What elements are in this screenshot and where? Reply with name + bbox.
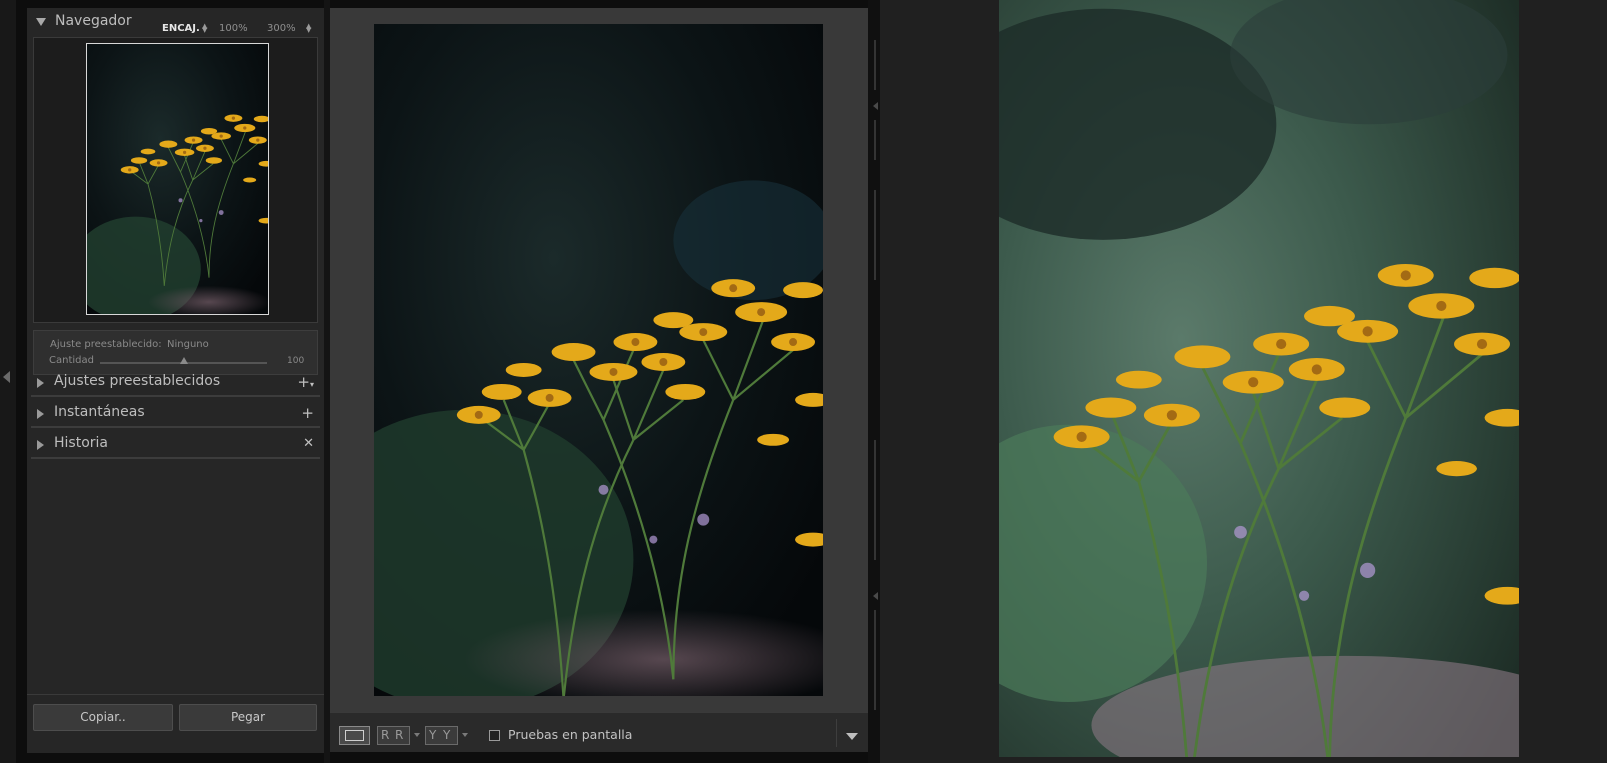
loupe-view	[330, 8, 868, 712]
collapse-triangle-icon[interactable]	[36, 18, 46, 26]
before-after-dropdown-icon[interactable]	[414, 733, 420, 737]
toolbar-separator	[836, 719, 837, 747]
left-panel: Navegador ENCAJ. ▲ ▼ 100% 300% ▲ ▼ Ajuste …	[27, 8, 324, 753]
soft-proofing-checkbox[interactable]	[489, 730, 500, 741]
expand-triangle-icon	[37, 378, 44, 388]
expand-triangle-icon	[37, 409, 44, 419]
navigator-header[interactable]: Navegador ENCAJ. ▲ ▼ 100% 300% ▲ ▼	[27, 8, 324, 37]
close-icon[interactable]: ✕	[303, 436, 314, 451]
navigator-thumbnail[interactable]	[86, 43, 269, 315]
before-after-button[interactable]: R R	[377, 726, 410, 745]
navigator-preview[interactable]	[33, 37, 318, 323]
zoom-fit-option[interactable]: ENCAJ.	[162, 23, 200, 34]
toolbar-menu-chevron-icon[interactable]	[846, 733, 858, 740]
main-photo[interactable]	[374, 24, 823, 696]
second-display-view	[880, 0, 1607, 763]
swap-view-button[interactable]: Y Y	[425, 726, 458, 745]
expand-triangle-icon	[37, 440, 44, 450]
bottom-toolbar: R R Y Y Pruebas en pantalla	[330, 712, 868, 752]
section-history[interactable]: Historia ✕	[31, 430, 320, 459]
collapse-left-arrow-icon[interactable]	[3, 371, 10, 383]
copy-button[interactable]: Copiar..	[33, 704, 173, 731]
zoom-100-option[interactable]: 100%	[219, 23, 248, 34]
zoom-300-option[interactable]: 300%	[267, 23, 296, 34]
zoom-fit-updown-icon[interactable]: ▲ ▼	[202, 23, 207, 34]
large-photo-preview[interactable]	[999, 0, 1519, 757]
expand-right-arrow-icon[interactable]	[873, 102, 878, 110]
loupe-view-icon[interactable]	[339, 726, 370, 745]
paste-button[interactable]: Pegar	[179, 704, 317, 731]
amount-value: 100	[287, 356, 305, 366]
amount-slider-thumb[interactable]	[179, 357, 188, 364]
expand-right-arrow-icon[interactable]	[873, 592, 878, 600]
navigator-title: Navegador	[55, 13, 132, 29]
section-presets-label: Ajustes preestablecidos	[54, 373, 221, 389]
swap-dropdown-icon[interactable]	[462, 733, 468, 737]
amount-label: Cantidad	[49, 355, 94, 366]
right-panel-edge	[868, 0, 880, 763]
soft-proofing-label[interactable]: Pruebas en pantalla	[508, 727, 632, 742]
section-history-label: Historia	[54, 435, 108, 451]
panel-bottom-bar: Copiar.. Pegar	[27, 694, 324, 753]
section-snapshots-label: Instantáneas	[54, 404, 145, 420]
section-presets[interactable]: Ajustes preestablecidos +▾	[31, 368, 320, 397]
plus-dropdown-icon[interactable]: +▾	[297, 373, 314, 391]
preset-label: Ajuste preestablecido:	[50, 339, 162, 350]
section-snapshots[interactable]: Instantáneas +	[31, 399, 320, 428]
left-panel-toggle-strip[interactable]	[0, 0, 16, 763]
zoom-300-updown-icon[interactable]: ▲ ▼	[306, 23, 311, 34]
preset-value[interactable]: Ninguno	[167, 339, 209, 350]
plus-icon[interactable]: +	[301, 404, 314, 422]
